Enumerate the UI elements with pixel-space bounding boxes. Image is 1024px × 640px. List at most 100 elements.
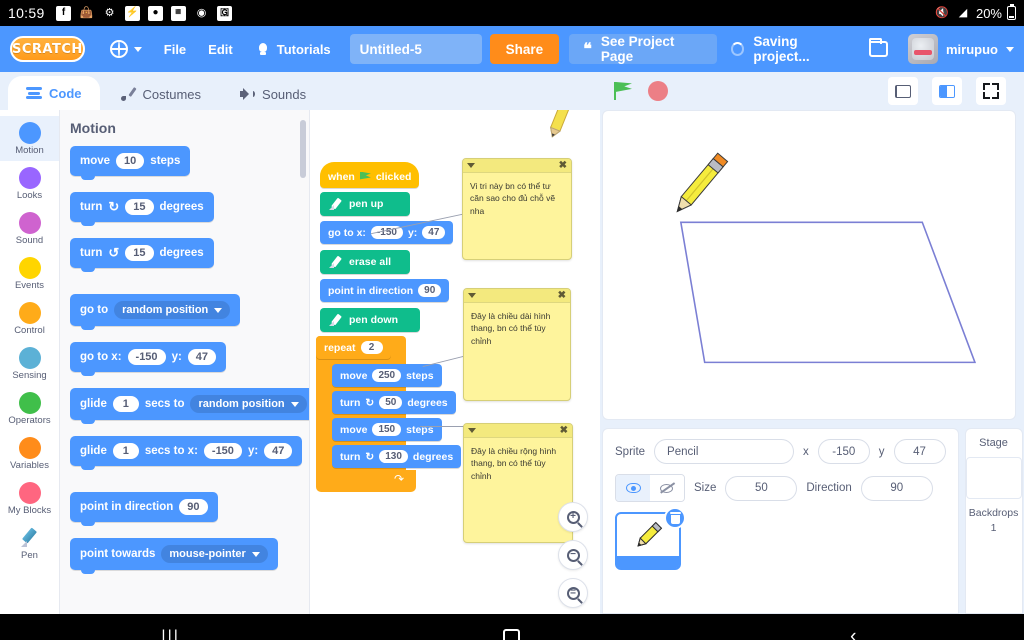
palette-block-glide-to[interactable]: glide 1 secs to random position xyxy=(70,388,309,424)
menu-edit[interactable]: Edit xyxy=(197,36,244,63)
block-palette[interactable]: Motion move 10 steps turn ↻ 15 degrees t… xyxy=(60,110,310,614)
move-steps-input[interactable]: 150 xyxy=(372,423,402,436)
sidebar-item-control[interactable]: Control xyxy=(0,296,59,341)
repeat-count-input[interactable]: 2 xyxy=(360,341,383,354)
fullscreen-button[interactable] xyxy=(976,77,1006,105)
palette-block-point-towards[interactable]: point towards mouse-pointer xyxy=(70,538,278,574)
share-button[interactable]: Share xyxy=(489,34,560,64)
stage-selector-panel[interactable]: Stage Backdrops 1 xyxy=(964,428,1023,614)
block-erase-all[interactable]: erase all xyxy=(320,250,410,274)
comment-header[interactable]: ✖ xyxy=(463,159,571,173)
direction-input[interactable]: 90 xyxy=(179,499,208,515)
sidebar-item-events[interactable]: Events xyxy=(0,251,59,296)
sidebar-item-looks[interactable]: Looks xyxy=(0,161,59,206)
large-stage-button[interactable] xyxy=(932,77,962,105)
sprite-card-pencil[interactable] xyxy=(615,507,686,570)
folder-icon[interactable] xyxy=(868,38,888,57)
stop-button[interactable] xyxy=(648,81,668,101)
palette-block-turn-left[interactable]: turn ↺ 15 degrees xyxy=(70,238,214,272)
comment-length[interactable]: ✖ Đây là chiều dài hình thang, bn có thể… xyxy=(463,288,571,401)
menu-file[interactable]: File xyxy=(153,36,197,63)
palette-block-point-in-direction[interactable]: point in direction 90 xyxy=(70,492,218,526)
move-steps-input[interactable]: 10 xyxy=(116,153,145,169)
go-to-target-dropdown[interactable]: random position xyxy=(114,301,231,319)
block-pen-up[interactable]: pen up xyxy=(320,192,410,216)
block-when-flag-clicked[interactable]: when clicked xyxy=(320,162,420,188)
go-to-y-input[interactable]: 47 xyxy=(422,226,446,239)
turn-degrees-input[interactable]: 50 xyxy=(379,396,403,409)
tab-costumes[interactable]: Costumes xyxy=(101,78,220,110)
point-towards-dropdown[interactable]: mouse-pointer xyxy=(161,545,268,563)
go-to-y-input[interactable]: 47 xyxy=(187,349,217,365)
small-stage-button[interactable] xyxy=(888,77,918,105)
direction-input[interactable]: 90 xyxy=(418,284,442,297)
glide-target-dropdown[interactable]: random position xyxy=(190,395,307,413)
delete-sprite-button[interactable] xyxy=(664,507,686,529)
sprite-y-input[interactable]: 47 xyxy=(893,439,946,464)
comment-collapse-icon[interactable] xyxy=(468,428,476,433)
comment-width[interactable]: ✖ Đây là chiều rộng hình thang, bn có th… xyxy=(463,423,573,543)
block-turn-50[interactable]: turn ↻ 50 degrees xyxy=(332,391,456,414)
go-to-x-input[interactable]: -150 xyxy=(127,349,166,365)
glide-secs-input[interactable]: 1 xyxy=(112,396,139,412)
palette-block-turn-right[interactable]: turn ↻ 15 degrees xyxy=(70,192,214,226)
hide-sprite-button[interactable] xyxy=(650,475,684,501)
pencil-sprite[interactable] xyxy=(672,152,729,215)
palette-block-go-to-xy[interactable]: go to x: -150 y: 47 xyxy=(70,342,227,376)
block-move-150[interactable]: move 150 steps xyxy=(332,418,442,441)
user-menu[interactable]: mirupuo xyxy=(908,34,1014,64)
palette-block-move[interactable]: move 10 steps xyxy=(70,146,191,180)
close-icon[interactable]: ✖ xyxy=(558,290,566,301)
recents-button[interactable]: ||| xyxy=(126,628,216,640)
sidebar-item-sensing[interactable]: Sensing xyxy=(0,341,59,386)
zoom-in-button[interactable]: + xyxy=(558,502,588,532)
palette-block-glide-to-xy[interactable]: glide 1 secs to x: -150 y: 47 xyxy=(70,436,303,470)
glide-y-input[interactable]: 47 xyxy=(264,443,293,459)
stage-canvas[interactable] xyxy=(602,110,1016,420)
zoom-out-button[interactable]: − xyxy=(558,540,588,570)
sidebar-item-pen[interactable]: Pen xyxy=(0,521,59,566)
turn-degrees-input[interactable]: 15 xyxy=(125,245,154,261)
block-point-in-direction[interactable]: point in direction 90 xyxy=(320,279,450,302)
block-repeat[interactable]: repeat 2 xyxy=(316,336,391,359)
sidebar-item-operators[interactable]: Operators xyxy=(0,386,59,431)
language-menu[interactable] xyxy=(99,34,153,64)
palette-scrollbar[interactable] xyxy=(300,120,306,178)
sprite-x-input[interactable]: -150 xyxy=(817,439,870,464)
close-icon[interactable]: ✖ xyxy=(559,160,567,171)
sprite-size-input[interactable]: 50 xyxy=(725,475,798,501)
sidebar-item-my-blocks[interactable]: My Blocks xyxy=(0,476,59,521)
turn-degrees-input[interactable]: 15 xyxy=(125,199,154,215)
close-icon[interactable]: ✖ xyxy=(560,425,568,436)
comment-collapse-icon[interactable] xyxy=(468,293,476,298)
comment-header[interactable]: ✖ xyxy=(464,289,570,303)
glide-secs-input[interactable]: 1 xyxy=(112,443,139,459)
sidebar-item-sound[interactable]: Sound xyxy=(0,206,59,251)
see-project-page-button[interactable]: ❝ See Project Page xyxy=(569,34,718,64)
sprite-direction-input[interactable]: 90 xyxy=(860,475,933,501)
green-flag-button[interactable] xyxy=(612,80,634,102)
sprite-name-input[interactable]: Pencil xyxy=(654,439,795,464)
turn-degrees-input[interactable]: 130 xyxy=(379,450,408,463)
back-button[interactable]: ‹ xyxy=(808,626,898,640)
palette-block-go-to[interactable]: go to random position xyxy=(70,294,241,330)
comment-collapse-icon[interactable] xyxy=(467,163,475,168)
tab-sounds[interactable]: Sounds xyxy=(221,78,325,110)
comment-position[interactable]: ✖ Vi tri này bn có thể tư căn sao cho đủ… xyxy=(462,158,572,260)
comment-header[interactable]: ✖ xyxy=(464,424,572,438)
block-pen-down[interactable]: pen down xyxy=(320,308,420,332)
project-title-input[interactable] xyxy=(349,34,482,64)
home-button[interactable] xyxy=(467,628,557,640)
show-sprite-button[interactable] xyxy=(616,475,650,501)
menu-tutorials[interactable]: Tutorials xyxy=(244,35,342,63)
backdrop-thumbnail[interactable] xyxy=(965,457,1022,499)
zoom-reset-button[interactable]: = xyxy=(558,578,588,608)
sidebar-item-motion[interactable]: Motion xyxy=(0,116,59,161)
move-steps-input[interactable]: 250 xyxy=(372,369,402,382)
block-move-250[interactable]: move 250 steps xyxy=(332,364,442,387)
block-turn-130[interactable]: turn ↻ 130 degrees xyxy=(332,445,462,468)
sidebar-item-variables[interactable]: Variables xyxy=(0,431,59,476)
glide-x-input[interactable]: -150 xyxy=(203,443,242,459)
block-go-to-xy[interactable]: go to x: -150 y: 47 xyxy=(320,221,454,244)
scratch-logo[interactable]: SCRATCH xyxy=(10,36,85,62)
